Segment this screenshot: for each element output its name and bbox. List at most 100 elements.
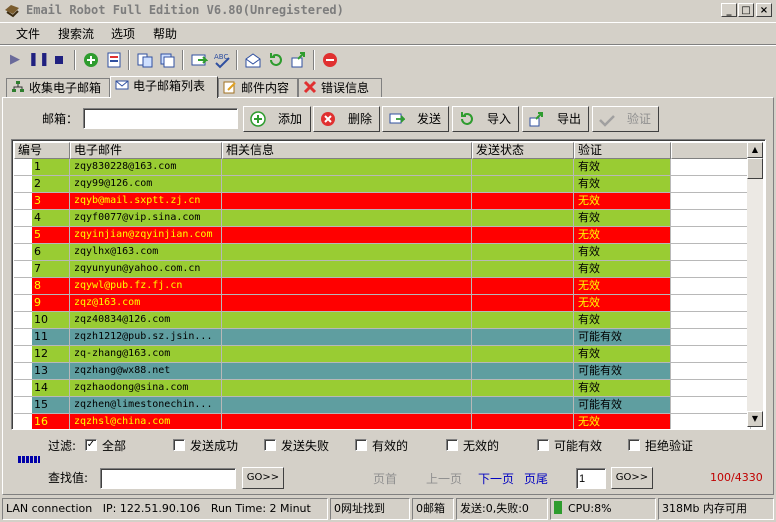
table-row[interactable]: 2 zqy99@126.com 有效 — [14, 176, 751, 193]
table-row[interactable]: 8 zqywl@pub.fz.fj.cn 无效 — [14, 278, 751, 295]
cell-info — [222, 159, 472, 176]
menu-help[interactable]: 帮助 — [153, 25, 177, 42]
filter-sent-failed-label: 发送失败 — [281, 439, 330, 453]
add-button[interactable]: 添加 — [243, 106, 311, 132]
copy2-icon[interactable] — [158, 51, 176, 69]
menu-options[interactable]: 选项 — [111, 25, 135, 42]
scroll-up-icon[interactable]: ▲ — [747, 142, 763, 158]
filter-all-checkbox[interactable]: ✓ — [85, 439, 97, 451]
header-info[interactable]: 相关信息 — [222, 142, 472, 159]
table-row[interactable]: 4 zqyf0077@vip.sina.com 有效 — [14, 210, 751, 227]
spellcheck-icon[interactable]: ABC — [213, 51, 231, 69]
filter-valid-checkbox[interactable] — [355, 439, 367, 451]
cell-email: zqyb@mail.sxptt.zj.cn — [70, 193, 222, 210]
cell-filler — [671, 193, 751, 210]
minimize-button[interactable]: _ — [721, 3, 737, 17]
import-button[interactable]: 导入 — [452, 106, 519, 132]
header-no[interactable]: 编号 — [14, 142, 70, 159]
cell-info — [222, 227, 472, 244]
cell-info — [222, 261, 472, 278]
cell-email: zqylhx@163.com — [70, 244, 222, 261]
verify-button[interactable]: 验证 — [592, 106, 659, 132]
tab-email-list[interactable]: 电子邮箱列表 — [110, 76, 218, 98]
cell-no: 14 — [14, 380, 70, 397]
network-icon — [12, 81, 24, 92]
table-row[interactable]: 16 zqzhsl@china.com 无效 — [14, 414, 751, 429]
header-verify[interactable]: 验证 — [574, 142, 671, 159]
email-label: 邮箱： — [42, 112, 79, 126]
toolbar-separator — [236, 50, 238, 70]
tab-error-info[interactable]: 错误信息 — [298, 78, 382, 98]
menu-search-flow[interactable]: 搜索流 — [58, 25, 94, 42]
filter-sent-failed-checkbox[interactable] — [264, 439, 276, 451]
progress-bar — [18, 456, 758, 465]
maximize-button[interactable]: □ — [738, 3, 754, 17]
send-icon[interactable] — [190, 51, 209, 69]
cell-verify: 有效 — [574, 176, 671, 193]
cell-email: zqzhaodong@sina.com — [70, 380, 222, 397]
app-icon — [5, 5, 19, 18]
stop-red-icon[interactable] — [321, 51, 339, 69]
table-row[interactable]: 10 zqz40834@126.com 有效 — [14, 312, 751, 329]
status-runtime: Run Time: 2 Minut — [210, 502, 311, 515]
menu-file[interactable]: 文件 — [16, 25, 40, 42]
table-row[interactable]: 9 zqz@163.com 无效 — [14, 295, 751, 312]
copy-icon[interactable] — [136, 51, 154, 69]
tab-collect-emails[interactable]: 收集电子邮箱 — [6, 78, 110, 98]
table-row[interactable]: 1 zqy830228@163.com 有效 — [14, 159, 751, 176]
next-page-link[interactable]: 下一页 — [478, 470, 514, 487]
cell-filler — [671, 329, 751, 346]
cell-filler — [671, 176, 751, 193]
page-input[interactable] — [576, 468, 606, 489]
filter-sent-success-checkbox[interactable] — [173, 439, 185, 451]
filter-invalid-checkbox[interactable] — [446, 439, 458, 451]
menu-bar: 文件 搜索流 选项 帮助 — [0, 22, 776, 42]
progress-fill — [18, 456, 40, 463]
search-go-button[interactable]: GO>> — [242, 467, 284, 489]
search-input[interactable] — [100, 468, 236, 489]
filter-maybe-valid-checkbox[interactable] — [537, 439, 549, 451]
toolbar-separator — [74, 50, 76, 70]
cpu-meter-icon — [554, 501, 562, 514]
table-row[interactable]: 7 zqyunyun@yahoo.com.cn 有效 — [14, 261, 751, 278]
filter-refused-checkbox[interactable] — [628, 439, 640, 451]
add-icon[interactable] — [82, 51, 100, 69]
pause-icon[interactable]: ❚❚ — [28, 51, 50, 69]
table-row[interactable]: 3 zqyb@mail.sxptt.zj.cn 无效 — [14, 193, 751, 210]
vertical-scrollbar[interactable]: ▲ ▼ — [747, 142, 763, 427]
delete-button[interactable]: 删除 — [313, 106, 380, 132]
table-row[interactable]: 14 zqzhaodong@sina.com 有效 — [14, 380, 751, 397]
export-button[interactable]: 导出 — [522, 106, 589, 132]
scroll-down-icon[interactable]: ▼ — [747, 411, 763, 427]
close-button[interactable]: × — [756, 3, 772, 17]
cell-no: 9 — [14, 295, 70, 312]
save-icon[interactable] — [105, 51, 123, 69]
refresh-icon[interactable] — [267, 51, 285, 69]
tab-mail-content[interactable]: 邮件内容 — [218, 78, 298, 98]
cell-status — [472, 414, 574, 429]
send-label: 发送 — [417, 112, 442, 126]
status-ip: IP: 122.51.90.106 — [102, 502, 201, 515]
last-page-link[interactable]: 页尾 — [524, 470, 548, 487]
table-row[interactable]: 12 zq-zhang@163.com 有效 — [14, 346, 751, 363]
email-input[interactable] — [83, 108, 238, 129]
header-email[interactable]: 电子邮件 — [70, 142, 222, 159]
table-row[interactable]: 6 zqylhx@163.com 有效 — [14, 244, 751, 261]
send-button[interactable]: 发送 — [382, 106, 449, 132]
page-go-button[interactable]: GO>> — [611, 467, 653, 489]
prev-page-link[interactable]: 上一页 — [426, 470, 462, 487]
first-page-link[interactable]: 页首 — [373, 470, 397, 487]
open-icon[interactable] — [244, 51, 262, 69]
table-row[interactable]: 13 zqzhang@wx88.net 可能有效 — [14, 363, 751, 380]
scroll-thumb[interactable] — [747, 158, 763, 179]
delete-label: 删除 — [348, 112, 373, 126]
table-row[interactable]: 11 zqzh1212@pub.sz.jsin... 可能有效 — [14, 329, 751, 346]
filter-invalid-label: 无效的 — [463, 439, 500, 453]
play-icon[interactable]: ▶ — [6, 51, 24, 69]
header-send-status[interactable]: 发送状态 — [472, 142, 574, 159]
cell-filler — [671, 261, 751, 278]
table-row[interactable]: 15 zqzhen@limestonechin... 可能有效 — [14, 397, 751, 414]
export-icon[interactable] — [290, 51, 308, 69]
stop-icon[interactable] — [50, 51, 68, 69]
table-row[interactable]: 5 zqyinjian@zqyinjian.com 无效 — [14, 227, 751, 244]
